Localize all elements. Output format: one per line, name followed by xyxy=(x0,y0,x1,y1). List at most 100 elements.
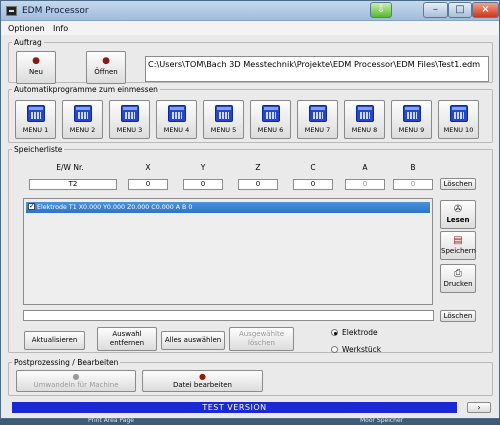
status-bar: TEST VERSION xyxy=(12,402,457,413)
calendar-icon xyxy=(403,105,421,122)
app-icon xyxy=(6,6,17,16)
maximize-button[interactable]: □ xyxy=(448,2,472,18)
menu-5-button[interactable]: MENU 5 xyxy=(203,100,244,139)
new-file-icon: ● xyxy=(32,56,40,66)
loeschen-top-button[interactable]: Löschen xyxy=(440,178,476,190)
calendar-icon xyxy=(356,105,374,122)
convert-icon: ● xyxy=(72,372,80,381)
lesen-button[interactable]: ✇ Lesen xyxy=(440,200,476,229)
oeffnen-button[interactable]: ● Öffnen xyxy=(86,51,126,84)
auftrag-legend: Auftrag xyxy=(14,38,42,47)
header-z: Z xyxy=(255,163,261,172)
radio-unselected-icon xyxy=(331,346,338,353)
a-input[interactable]: 0 xyxy=(345,179,385,190)
menu-8-button[interactable]: MENU 8 xyxy=(344,100,385,139)
datei-bearbeiten-button[interactable]: ● Datei bearbeiten xyxy=(142,370,263,392)
post-group: Postprozessing / Bearbeiten ● Umwandeln … xyxy=(8,358,493,396)
radio-elektrode-label: Elektrode xyxy=(342,328,378,337)
calendar-icon xyxy=(309,105,327,122)
auftrag-group: Auftrag ● Neu ● Öffnen C:\Users\TOM\Bach… xyxy=(8,38,493,84)
loeschen-bottom-button[interactable]: Löschen xyxy=(440,310,476,322)
c-input[interactable]: 0 xyxy=(293,179,333,190)
comment-input[interactable] xyxy=(23,310,434,321)
menu-info[interactable]: Info xyxy=(53,24,68,33)
speicher-list[interactable]: Elektrode T1 X0.000 Y0.000 Z0.000 C0.000… xyxy=(23,198,433,305)
read-icon: ✇ xyxy=(453,204,463,215)
menu-10-button[interactable]: MENU 10 xyxy=(438,100,479,139)
ew-input[interactable]: T2 xyxy=(29,179,117,190)
menu-7-button[interactable]: MENU 7 xyxy=(297,100,338,139)
oeffnen-label: Öffnen xyxy=(94,68,118,76)
drucken-button[interactable]: ⎙ Drucken xyxy=(440,264,476,293)
x-input[interactable]: 0 xyxy=(128,179,168,190)
speichern-label: Speichern xyxy=(441,247,476,255)
update-arrow-icon[interactable]: ⇩ xyxy=(370,2,392,18)
datei-bearbeiten-label: Datei bearbeiten xyxy=(172,381,232,389)
auswahl-entfernen-button[interactable]: Auswahl entfernen xyxy=(97,327,157,351)
radio-werkstueck-label: Werkstück xyxy=(342,345,382,354)
menu-bar: Optionen Info xyxy=(1,21,499,35)
close-button[interactable]: × xyxy=(472,2,499,18)
checkbox-icon[interactable] xyxy=(28,201,35,212)
auto-legend: Automatikprogramme zum einmessen xyxy=(14,85,158,94)
window-title: EDM Processor xyxy=(22,6,89,16)
umwandeln-button[interactable]: ● Umwandeln für Machine xyxy=(16,370,136,392)
save-icon: ▤ xyxy=(453,235,463,246)
calendar-icon xyxy=(215,105,233,122)
taskbar-right-item: Moor Speicher xyxy=(360,417,404,424)
open-file-icon: ● xyxy=(102,56,110,66)
calendar-icon xyxy=(450,105,468,122)
nav-next-button[interactable]: › xyxy=(467,402,491,413)
header-c: C xyxy=(310,163,316,172)
file-path-field[interactable]: C:\Users\TOM\Bach 3D Messtechnik\Projekt… xyxy=(145,56,489,82)
header-y: Y xyxy=(200,163,206,172)
radio-werkstueck[interactable]: Werkstück xyxy=(331,345,381,354)
aktualisieren-button[interactable]: Aktualisieren xyxy=(24,331,85,350)
app-window: EDM Processor ⇩ – □ × Optionen Info Auft… xyxy=(0,0,500,419)
menu-3-button[interactable]: MENU 3 xyxy=(109,100,150,139)
background-taskbar: Print Area Page Moor Speicher xyxy=(0,417,500,425)
neu-button[interactable]: ● Neu xyxy=(16,51,56,84)
calendar-icon xyxy=(74,105,92,122)
header-ew: E/W Nr. xyxy=(56,163,84,172)
post-legend: Postprozessing / Bearbeiten xyxy=(14,358,119,367)
drucken-label: Drucken xyxy=(443,280,473,288)
list-item[interactable]: Elektrode T1 X0.000 Y0.000 Z0.000 C0.000… xyxy=(26,201,430,213)
menu-optionen[interactable]: Optionen xyxy=(8,24,45,33)
header-b: B xyxy=(410,163,416,172)
header-x: X xyxy=(145,163,151,172)
b-input[interactable]: 0 xyxy=(393,179,433,190)
z-input[interactable]: 0 xyxy=(238,179,278,190)
list-item-text: Elektrode T1 X0.000 Y0.000 Z0.000 C0.000… xyxy=(37,204,193,211)
calendar-icon xyxy=(121,105,139,122)
neu-label: Neu xyxy=(29,68,43,76)
minimize-button[interactable]: – xyxy=(423,2,448,18)
ausgewaehlte-loeschen-button[interactable]: Ausgewählte löschen xyxy=(229,327,294,351)
menu-4-button[interactable]: MENU 4 xyxy=(156,100,197,139)
auto-group: Automatikprogramme zum einmessen MENU 1 … xyxy=(8,85,493,143)
edit-file-icon: ● xyxy=(199,372,206,381)
menu-9-button[interactable]: MENU 9 xyxy=(391,100,432,139)
lesen-label: Lesen xyxy=(446,216,470,224)
auswahl-entfernen-line2: entfernen xyxy=(109,339,145,347)
calendar-icon xyxy=(27,105,45,122)
radio-selected-icon xyxy=(331,329,338,336)
radio-elektrode[interactable]: Elektrode xyxy=(331,328,378,337)
menu-6-button[interactable]: MENU 6 xyxy=(250,100,291,139)
umwandeln-label: Umwandeln für Machine xyxy=(33,381,119,389)
speicherliste-legend: Speicherliste xyxy=(14,145,63,154)
title-bar: EDM Processor ⇩ – □ × xyxy=(1,1,499,21)
taskbar-left-item: Print Area Page xyxy=(88,417,134,424)
header-a: A xyxy=(362,163,368,172)
calendar-icon xyxy=(168,105,186,122)
speicherliste-group: Speicherliste E/W Nr. X Y Z C A B T2 0 0… xyxy=(8,145,493,354)
ausgewaehlte-loeschen-line2: löschen xyxy=(248,339,275,347)
auswahl-entfernen-line1: Auswahl xyxy=(112,330,142,338)
menu-2-button[interactable]: MENU 2 xyxy=(62,100,103,139)
speichern-button[interactable]: ▤ Speichern xyxy=(440,231,476,260)
calendar-icon xyxy=(262,105,280,122)
ausgewaehlte-loeschen-line1: Ausgewählte xyxy=(238,330,285,338)
alles-auswaehlen-button[interactable]: Alles auswählen xyxy=(161,331,225,350)
y-input[interactable]: 0 xyxy=(183,179,223,190)
menu-1-button[interactable]: MENU 1 xyxy=(15,100,56,139)
